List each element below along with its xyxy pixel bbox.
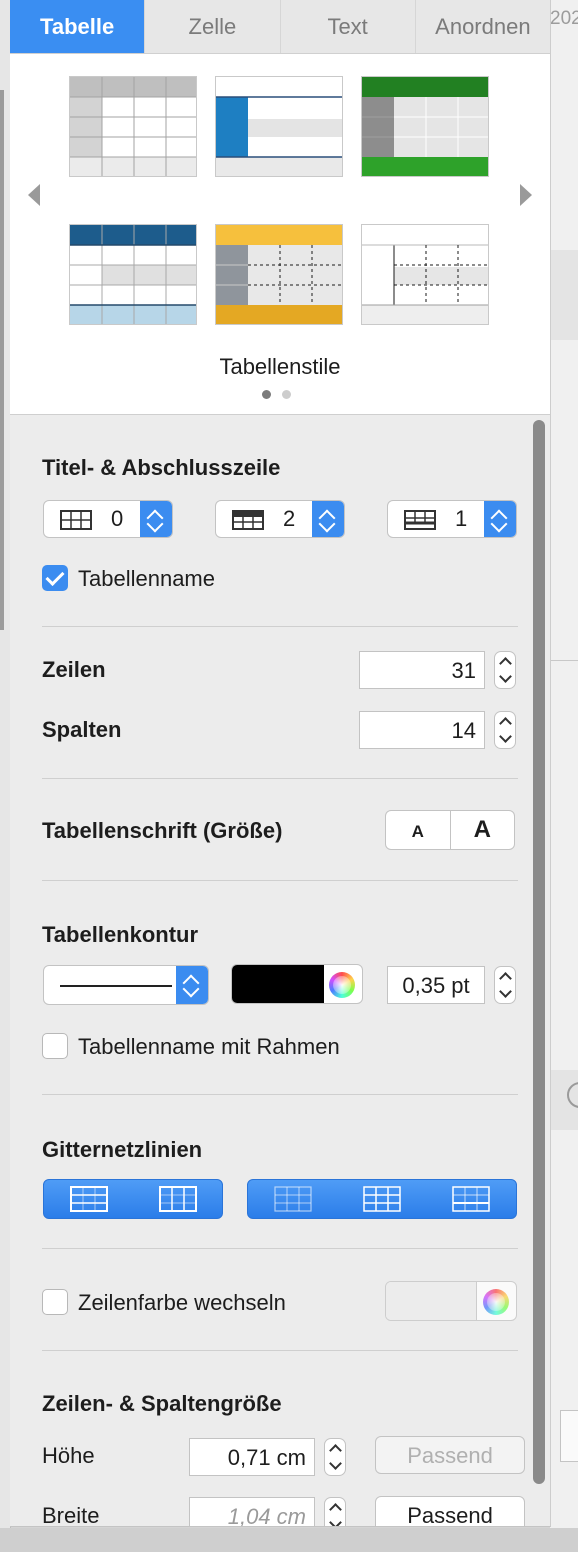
gridlines-group-1 — [43, 1179, 223, 1219]
header-rows-chevron-icon[interactable] — [140, 501, 172, 537]
header-footer-title: Titel- & Abschlusszeile — [42, 455, 281, 480]
header-columns-chevron-icon[interactable] — [312, 501, 344, 537]
height-stepper[interactable] — [324, 1438, 346, 1476]
divider — [42, 1350, 518, 1351]
background-window-right: 202 — [550, 0, 578, 1552]
width-label: Breite — [42, 1503, 100, 1527]
table-outline-title: Tabellenkontur — [42, 922, 199, 947]
alternating-row-color-label: Zeilenfarbe wechseln — [78, 1290, 286, 1315]
decrease-font-size-button[interactable]: A — [386, 811, 450, 849]
tab-tabelle[interactable]: Tabelle — [10, 0, 146, 53]
width-field[interactable]: 1,04 cm — [189, 1497, 315, 1526]
divider — [42, 880, 518, 881]
tab-anordnen[interactable]: Anordnen — [416, 0, 550, 53]
header-row-gridlines-icon[interactable] — [274, 1186, 312, 1212]
scrollbar[interactable] — [533, 420, 545, 1484]
outline-width-field[interactable]: 0,35 pt — [387, 966, 485, 1004]
table-styles-label: Tabellenstile — [219, 354, 341, 379]
header-columns-value: 2 — [283, 506, 296, 531]
increase-font-size-button[interactable]: A — [449, 811, 515, 849]
previous-styles-arrow-icon[interactable] — [28, 184, 40, 206]
gridlines-title: Gitternetzlinien — [42, 1137, 203, 1162]
footer-rows-value: 1 — [455, 506, 468, 531]
rows-field[interactable]: 31 — [359, 651, 485, 689]
header-columns-popup[interactable]: 2 — [215, 500, 345, 538]
table-style-gold-dashed[interactable] — [215, 224, 343, 325]
footer-gridlines-icon[interactable] — [452, 1186, 491, 1212]
header-columns-icon — [232, 510, 264, 530]
background-shade — [550, 250, 578, 340]
vertical-gridlines-icon[interactable] — [158, 1186, 197, 1212]
table-style-minimal-dashed[interactable] — [361, 224, 489, 325]
outline-style-popup[interactable] — [43, 965, 209, 1005]
table-style-blue-sidebar[interactable] — [215, 76, 343, 177]
outline-color-well[interactable] — [231, 964, 363, 1004]
background-window-bottom — [0, 1528, 578, 1552]
height-field[interactable]: 0,71 cm — [189, 1438, 315, 1476]
format-inspector: Tabelle Zelle Text Anordnen Tabellenstil… — [10, 0, 551, 1527]
color-wheel-icon[interactable] — [329, 972, 355, 998]
background-line — [550, 660, 578, 667]
header-rows-icon — [60, 510, 92, 530]
table-font-size-label: Tabellenschrift (Größe) — [42, 818, 283, 843]
alternating-color-swatch[interactable] — [386, 1282, 477, 1320]
table-name-border-checkbox[interactable] — [42, 1033, 68, 1059]
line-style-preview — [60, 985, 172, 987]
columns-stepper[interactable] — [494, 711, 516, 749]
footer-rows-icon — [404, 510, 436, 530]
table-style-green[interactable] — [361, 76, 489, 177]
height-label: Höhe — [42, 1443, 95, 1468]
width-fit-button[interactable]: Passend — [375, 1496, 525, 1526]
page-indicator — [262, 390, 291, 399]
outline-width-stepper[interactable] — [494, 966, 516, 1004]
tab-text[interactable]: Text — [281, 0, 416, 53]
header-column-gridlines-icon[interactable] — [363, 1186, 401, 1212]
table-name-border-label: Tabellenname mit Rahmen — [78, 1034, 340, 1059]
alternating-row-color-checkbox[interactable] — [42, 1289, 68, 1315]
divider — [42, 626, 518, 627]
divider — [42, 1248, 518, 1249]
row-column-size-title: Zeilen- & Spaltengröße — [42, 1391, 282, 1416]
inspector-tabs: Tabelle Zelle Text Anordnen — [10, 0, 550, 54]
background-edge — [0, 90, 4, 630]
background-text: 202 — [550, 8, 578, 29]
font-size-segmented-control: A A — [385, 810, 515, 850]
table-style-gray-header[interactable] — [69, 76, 197, 177]
page-dot-1[interactable] — [262, 390, 271, 399]
color-wheel-icon[interactable] — [483, 1289, 509, 1315]
gridlines-group-2 — [247, 1179, 517, 1219]
rows-stepper[interactable] — [494, 651, 516, 689]
outline-color-swatch[interactable] — [232, 965, 324, 1003]
next-styles-arrow-icon[interactable] — [520, 184, 532, 206]
footer-rows-popup[interactable]: 1 — [387, 500, 517, 538]
table-name-label: Tabellenname — [78, 566, 215, 591]
horizontal-gridlines-icon[interactable] — [69, 1186, 108, 1212]
outline-style-chevron-icon[interactable] — [176, 966, 208, 1004]
columns-field[interactable]: 14 — [359, 711, 485, 749]
footer-rows-chevron-icon[interactable] — [484, 501, 516, 537]
table-style-navy[interactable] — [69, 224, 197, 325]
divider — [42, 1094, 518, 1095]
table-name-checkbox[interactable] — [42, 565, 68, 591]
page-dot-2[interactable] — [282, 390, 291, 399]
tab-zelle[interactable]: Zelle — [145, 0, 281, 53]
width-stepper[interactable] — [324, 1497, 346, 1526]
height-fit-button[interactable]: Passend — [375, 1436, 525, 1474]
header-rows-value: 0 — [111, 506, 124, 531]
divider — [42, 778, 518, 779]
columns-label: Spalten — [42, 717, 122, 742]
background-box — [560, 1410, 578, 1462]
rows-label: Zeilen — [42, 657, 106, 682]
header-rows-popup[interactable]: 0 — [43, 500, 173, 538]
table-styles-section: Tabellenstile — [10, 54, 550, 415]
alternating-color-well[interactable] — [385, 1281, 517, 1321]
